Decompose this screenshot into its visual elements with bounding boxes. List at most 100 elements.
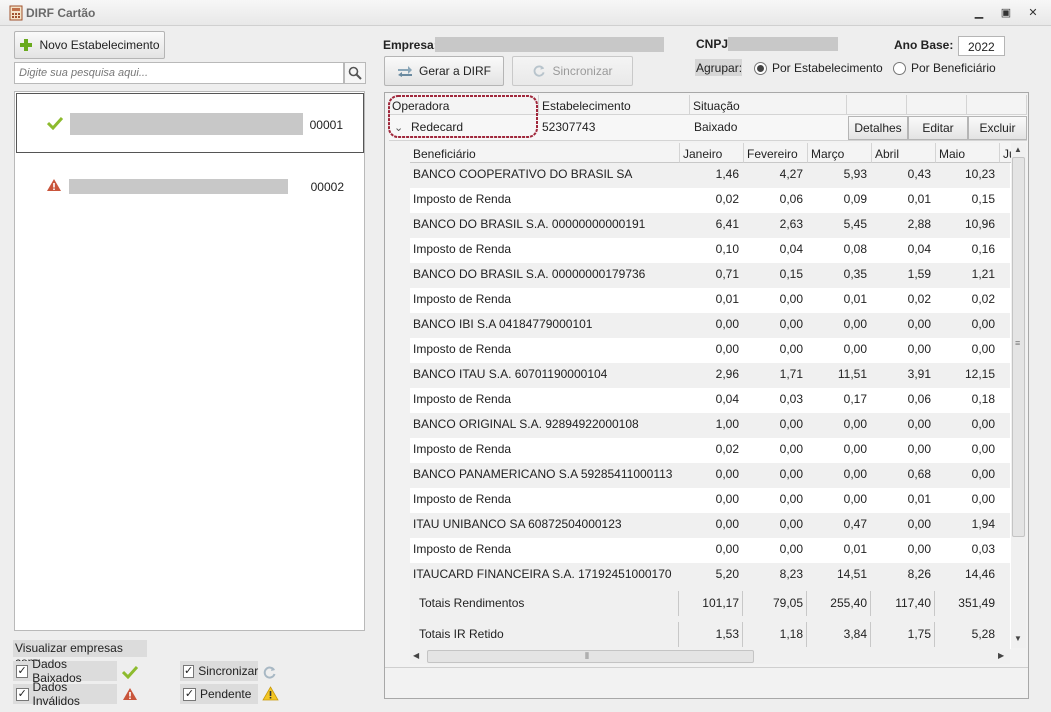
detalhes-button[interactable]: Detalhes [848,116,908,140]
value-cell: 0,03 [779,392,803,406]
list-item[interactable]: 00001 [16,93,364,153]
radio-por-estabelecimento[interactable]: Por Estabelecimento [754,61,883,75]
value-cell: 14,46 [964,567,995,581]
table-row[interactable]: ITAUCARD FINANCEIRA S.A. 17192451000170 5… [410,563,1010,588]
table-row[interactable]: ITAU UNIBANCO SA 60872504000123 0,00 0,00 0… [410,513,1010,538]
new-establishment-button[interactable]: Novo Estabelecimento [14,31,165,59]
table-row[interactable]: Imposto de Renda 0,10 0,04 0,08 0,04 0,16 [410,238,1010,263]
maximize-icon[interactable]: ▣ [997,5,1015,21]
divider [385,667,1028,668]
column-header-junho[interactable]: Ju [1000,143,1011,163]
vertical-scrollbar[interactable]: ▲ ≡ ▼ [1011,143,1026,648]
filter-label: Dados Inválidos [32,680,80,708]
column-header-fevereiro[interactable]: Fevereiro [744,143,808,163]
table-row[interactable]: BANCO DO BRASIL S.A. 00000000179736 0,71 0… [410,263,1010,288]
value-cell: 0,00 [907,342,931,356]
checkbox[interactable]: ✓ [16,687,29,701]
search-icon [348,66,362,80]
table-row[interactable]: Imposto de Renda 0,00 0,00 0,00 0,00 0,00 [410,338,1010,363]
radio-por-beneficiario[interactable]: Por Beneficiário [893,61,996,75]
filter-pendente[interactable]: ✓ Pendente [180,684,258,704]
value-cell: 1,46 [715,167,739,181]
checkbox[interactable]: ✓ [183,687,196,701]
table-row[interactable]: BANCO PANAMERICANO S.A 59285411000113 0,0… [410,463,1010,488]
table-row[interactable]: Imposto de Renda 0,02 0,00 0,00 0,00 0,00 [410,438,1010,463]
filter-dados-invalidos[interactable]: ✓ Dados Inválidos [13,680,117,708]
filter-sincronizar[interactable]: ✓ Sincronizar [180,661,258,681]
column-header-marco[interactable]: Março [808,143,872,163]
value-cell: 2,63 [779,217,803,231]
beneficiario-cell: Imposto de Renda [413,292,512,306]
value-cell: 0,00 [715,317,739,331]
totals-divider [742,622,743,647]
excluir-button[interactable]: Excluir [968,116,1027,140]
scroll-up-icon[interactable]: ▲ [1014,145,1022,154]
sincronizar-button[interactable]: Sincronizar [512,56,633,86]
value-cell: 8,26 [907,567,931,581]
close-icon[interactable]: ✕ [1024,5,1042,21]
situacao-value: Baixado [694,120,738,134]
sync-icon [534,65,546,77]
table-row[interactable]: BANCO ORIGINAL S.A. 92894922000108 1,00 0,… [410,413,1010,438]
column-header-estabelecimento[interactable]: Estabelecimento [539,95,690,115]
search-button[interactable] [344,62,366,84]
table-row[interactable]: Imposto de Renda 0,01 0,00 0,01 0,02 0,02 [410,288,1010,313]
value-cell: 0,00 [843,417,867,431]
ano-base-label: Ano Base: [894,38,954,52]
editar-button[interactable]: Editar [908,116,968,140]
warning-red-icon [123,688,137,700]
value-cell: 0,00 [779,317,803,331]
calculator-icon [9,5,23,21]
table-row[interactable]: Imposto de Renda 0,04 0,03 0,17 0,06 0,18 [410,388,1010,413]
estabelecimento-value: 52307743 [542,120,596,134]
beneficiario-cell: BANCO ITAU S.A. 60701190000104 [413,367,608,381]
warning-yellow-icon [262,686,279,701]
totals-label: Totais IR Retido [419,627,504,641]
beneficiario-cell: BANCO PANAMERICANO S.A 59285411000113 [413,467,673,481]
value-cell: 0,06 [907,392,931,406]
column-header-maio[interactable]: Maio [936,143,1000,163]
value-cell: 0,04 [779,242,803,256]
scroll-down-icon[interactable]: ▼ [1014,634,1022,643]
ano-base-input[interactable]: 2022 [958,36,1005,56]
table-row[interactable]: BANCO COOPERATIVO DO BRASIL SA 1,46 4,27 5,… [410,163,1010,188]
scroll-thumb[interactable]: ≡ [1012,157,1025,537]
table-row[interactable]: Imposto de Renda 0,00 0,00 0,01 0,00 0,03 [410,538,1010,563]
totals-label: Totais Rendimentos [419,596,525,610]
column-header-janeiro[interactable]: Janeiro [680,143,744,163]
radio-selected[interactable] [754,61,767,75]
scroll-left-icon[interactable]: ◀ [413,651,419,660]
scroll-right-icon[interactable]: ▶ [998,651,1004,660]
value-cell: 0,01 [715,292,739,306]
table-row[interactable]: BANCO DO BRASIL S.A. 00000000000191 6,41 2… [410,213,1010,238]
redacted-cnpj [728,37,838,51]
filter-dados-baixados[interactable]: ✓ Dados Baixados [13,657,117,685]
value-cell: 0,00 [843,492,867,506]
beneficiario-cell: ITAU UNIBANCO SA 60872504000123 [413,517,622,531]
column-header-beneficiario[interactable]: Beneficiário [410,143,680,163]
value-cell: 0,68 [907,467,931,481]
column-header-situacao[interactable]: Situação [690,95,847,115]
table-row[interactable]: Imposto de Renda 0,02 0,06 0,09 0,01 0,15 [410,188,1010,213]
table-row[interactable]: BANCO IBI S.A 04184779000101 0,00 0,00 0,00… [410,313,1010,338]
totals-divider [678,622,679,647]
grip-icon: ≡ [1015,338,1021,348]
minimize-icon[interactable]: ▁ [970,5,988,21]
horizontal-scrollbar[interactable]: ◀ ⦀ ▶ [410,649,1010,664]
table-row[interactable]: BANCO ITAU S.A. 60701190000104 2,96 1,71 11… [410,363,1010,388]
radio-label: Por Estabelecimento [772,61,883,75]
beneficiario-cell: BANCO DO BRASIL S.A. 00000000179736 [413,267,646,281]
checkbox[interactable]: ✓ [16,664,29,678]
sync-icon [263,666,276,679]
table-row[interactable]: Imposto de Renda 0,00 0,00 0,00 0,01 0,00 [410,488,1010,513]
radio-unselected[interactable] [893,61,906,75]
column-header-abril[interactable]: Abril [872,143,936,163]
beneficiario-cell: ITAUCARD FINANCEIRA S.A. 17192451000170 [413,567,672,581]
search-input[interactable]: Digite sua pesquisa aqui... [14,62,344,84]
scroll-thumb[interactable]: ⦀ [427,650,754,663]
checkbox[interactable]: ✓ [183,664,195,678]
list-item[interactable]: 00002 [16,156,364,216]
gerar-dirf-button[interactable]: Gerar a DIRF [384,56,504,86]
value-cell: 0,17 [843,392,867,406]
totals-value: 101,17 [702,596,739,610]
